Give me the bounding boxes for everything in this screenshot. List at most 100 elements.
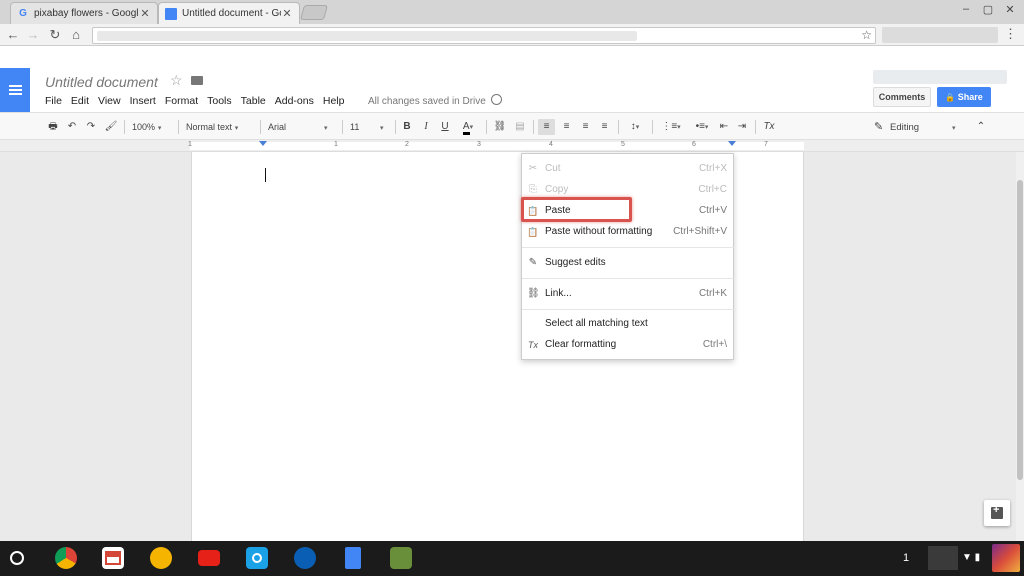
- launcher-icon[interactable]: [10, 551, 24, 565]
- menu-tools[interactable]: Tools: [207, 95, 232, 107]
- document-title[interactable]: Untitled document: [45, 74, 158, 90]
- vertical-scrollbar[interactable]: [1016, 152, 1024, 542]
- share-button[interactable]: 🔒 Share: [937, 87, 991, 107]
- bulleted-list-glyph: •≡: [695, 121, 705, 132]
- folder-icon[interactable]: [191, 76, 203, 85]
- tab-pixabay-flowers[interactable]: G pixabay flowers - Google ✕: [10, 2, 158, 24]
- text-color-button[interactable]: A▾: [457, 119, 479, 135]
- menu-view[interactable]: View: [98, 95, 121, 107]
- context-menu-clear-formatting[interactable]: Tx Clear formatting Ctrl+\: [522, 335, 735, 355]
- link-icon[interactable]: ⛓: [492, 119, 508, 135]
- menu-item-shortcut: Ctrl+C: [698, 184, 727, 195]
- play-movies-app-icon[interactable]: [150, 547, 172, 569]
- menu-help[interactable]: Help: [323, 95, 345, 107]
- bookmark-star-icon[interactable]: ☆: [861, 28, 872, 42]
- tab-untitled-document[interactable]: Untitled document - Goo ✕: [158, 2, 300, 24]
- share-label: Share: [957, 92, 983, 102]
- print-icon[interactable]: 🖶: [45, 119, 61, 135]
- menu-edit[interactable]: Edit: [71, 95, 89, 107]
- explore-button[interactable]: [984, 500, 1010, 526]
- menu-insert[interactable]: Insert: [130, 95, 156, 107]
- italic-button[interactable]: I: [419, 119, 433, 135]
- align-left-icon[interactable]: ≡: [538, 119, 555, 135]
- scissors-icon: ✂: [528, 163, 538, 174]
- link-icon: ⛓: [527, 288, 540, 299]
- menu-file[interactable]: File: [45, 95, 62, 107]
- left-indent-marker[interactable]: [259, 141, 267, 146]
- ruler-tick: 2: [405, 141, 409, 148]
- docs-app-icon[interactable]: [345, 547, 361, 569]
- save-status[interactable]: All changes saved in Drive: [368, 96, 486, 107]
- line-spacing-icon[interactable]: ↕▾: [623, 119, 647, 135]
- bulleted-list-icon[interactable]: •≡▾: [688, 119, 716, 135]
- align-right-icon[interactable]: ≡: [577, 119, 594, 135]
- undo-icon[interactable]: ↶: [64, 119, 80, 135]
- wifi-battery-icon[interactable]: ▼ ▮: [962, 552, 980, 563]
- menu-divider: [522, 309, 735, 310]
- align-justify-icon[interactable]: ≡: [596, 119, 613, 135]
- chrome-app-icon[interactable]: [55, 547, 77, 569]
- paint-format-icon[interactable]: 🖌: [103, 119, 119, 135]
- star-icon[interactable]: ☆: [170, 72, 183, 89]
- user-avatar[interactable]: [992, 544, 1020, 572]
- new-tab-button[interactable]: [299, 5, 329, 20]
- numbered-list-icon[interactable]: ⋮≡▾: [657, 119, 685, 135]
- camera-app-icon[interactable]: [246, 547, 268, 569]
- style-select[interactable]: Normal text ▾: [186, 119, 254, 135]
- docs-home-logo[interactable]: [0, 68, 30, 112]
- reload-icon[interactable]: ↻: [46, 27, 64, 43]
- back-icon[interactable]: ←: [4, 27, 22, 43]
- gmail-app-icon[interactable]: [102, 547, 124, 569]
- notification-count[interactable]: 1: [903, 552, 909, 564]
- ruler-tick: 5: [621, 141, 625, 148]
- chevron-down-icon: ▾: [677, 124, 681, 131]
- address-bar[interactable]: ☆: [92, 27, 876, 44]
- font-select[interactable]: Arial ▾: [268, 119, 334, 135]
- chevron-down-icon: ▾: [469, 124, 474, 131]
- context-menu-paste-plain[interactable]: 📋 Paste without formatting Ctrl+Shift+V: [522, 222, 735, 242]
- context-menu-suggest-edits[interactable]: ✎ Suggest edits: [522, 253, 735, 273]
- font-size-select[interactable]: 11 ▾: [350, 119, 390, 135]
- menu-table[interactable]: Table: [241, 95, 266, 107]
- browser-menu-icon[interactable]: ⋮: [1004, 26, 1017, 42]
- home-icon[interactable]: ⌂: [67, 27, 85, 43]
- bold-button[interactable]: B: [400, 119, 414, 135]
- android-app-icon[interactable]: [390, 547, 412, 569]
- ruler[interactable]: 1 1 2 3 4 5 6 7: [0, 140, 1024, 152]
- context-menu-cut[interactable]: ✂ Cut Ctrl+X: [522, 159, 735, 179]
- tab-close-icon[interactable]: ✕: [139, 7, 151, 20]
- menu-format[interactable]: Format: [165, 95, 198, 107]
- menu-item-shortcut: Ctrl+K: [698, 288, 727, 299]
- chevron-down-icon: ▾: [157, 125, 162, 132]
- forward-icon[interactable]: →: [24, 27, 42, 43]
- account-area-redacted: [873, 70, 1007, 84]
- clear-formatting-icon[interactable]: Tx: [761, 119, 777, 135]
- collapse-menus-icon[interactable]: ⌃: [974, 119, 988, 135]
- minimize-icon[interactable]: –: [958, 3, 974, 15]
- editing-mode-select[interactable]: ✎ Editing ▾: [874, 119, 964, 135]
- toolbar-divider: [395, 120, 396, 134]
- text-cursor: [265, 168, 266, 182]
- blank-icon: [527, 318, 539, 330]
- onedrive-app-icon[interactable]: [294, 547, 316, 569]
- history-icon[interactable]: [491, 94, 502, 105]
- decrease-indent-icon[interactable]: ⇤: [716, 119, 732, 135]
- maximize-icon[interactable]: ▢: [980, 3, 996, 16]
- context-menu-link[interactable]: ⛓ Link... Ctrl+K: [522, 284, 735, 304]
- close-window-icon[interactable]: ✕: [1002, 3, 1018, 16]
- increase-indent-icon[interactable]: ⇥: [734, 119, 750, 135]
- google-g-icon: G: [19, 8, 27, 19]
- menu-item-label: Suggest edits: [545, 257, 606, 268]
- underline-button[interactable]: U: [438, 119, 452, 135]
- redo-icon[interactable]: ↷: [83, 119, 99, 135]
- comments-button[interactable]: Comments: [873, 87, 931, 107]
- align-center-icon[interactable]: ≡: [558, 119, 575, 135]
- scrollbar-thumb[interactable]: [1017, 180, 1023, 480]
- tab-close-icon[interactable]: ✕: [281, 7, 293, 20]
- right-indent-marker[interactable]: [728, 141, 736, 146]
- comment-icon[interactable]: ▤: [512, 119, 528, 135]
- menu-addons[interactable]: Add-ons: [275, 95, 314, 107]
- zoom-select[interactable]: 100% ▾: [132, 119, 172, 135]
- context-menu-select-matching[interactable]: Select all matching text: [522, 314, 735, 334]
- youtube-app-icon[interactable]: [198, 550, 220, 566]
